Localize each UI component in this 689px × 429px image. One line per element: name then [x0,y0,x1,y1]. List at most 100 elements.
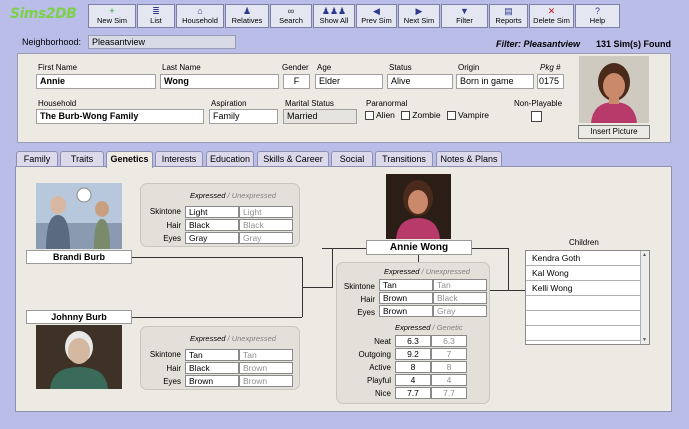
new-sim-button[interactable]: + New Sim [88,4,136,28]
connector [418,255,419,262]
self-hair-expressed: Brown [379,292,433,304]
self-name: Annie Wong [366,240,472,255]
prev-sim-button[interactable]: ◀ Prev Sim [356,4,397,28]
next-sim-button[interactable]: ▶ Next Sim [398,4,440,28]
personality-genetic: 6.3 [431,335,467,347]
parent1-name: Brandi Burb [26,250,132,264]
children-scrollbar[interactable]: ▲ ▼ [640,251,649,344]
tab-social[interactable]: Social [331,151,373,167]
toolbar-button-label: Delete Sim [533,16,570,25]
household-field[interactable]: The Burb-Wong Family [36,109,204,124]
parent2-skintone-expressed: Tan [185,349,239,361]
child-list-item[interactable]: Kendra Goth [526,251,640,266]
age-field[interactable]: Elder [315,74,383,89]
sim-panel: First Name Annie Last Name Wong Gender F… [17,53,671,143]
personality-expressed: 6.3 [395,335,431,347]
child-list-item[interactable] [526,326,640,341]
filter-status: Filter: Pleasantview [496,39,581,49]
personality-label: Outgoing [358,350,391,359]
filter-button[interactable]: ▼ Filter [441,4,488,28]
tab-interests[interactable]: Interests [155,151,203,167]
status-label: Status [389,63,412,72]
personality-label: Neat [374,337,391,346]
vampire-checkbox[interactable]: Vampire [447,110,489,121]
connector [132,257,302,258]
connector [488,290,525,291]
gender-field[interactable]: F [283,74,310,89]
household-button[interactable]: ⌂ Household [176,4,224,28]
aspiration-label: Aspiration [211,99,247,108]
scroll-up-icon[interactable]: ▲ [642,252,647,258]
alien-checkbox[interactable]: Alien [365,110,395,121]
first-name-field[interactable]: Annie [36,74,156,89]
pkg-field[interactable]: 0175 [537,74,564,89]
toolbar-button-label: Search [279,16,303,25]
parent1-hair-expressed: Black [185,219,239,231]
self-eyes-expressed: Brown [379,305,433,317]
zombie-checkbox[interactable]: Zombie [401,110,441,121]
parent2-hair-expressed: Black [185,362,239,374]
scroll-down-icon[interactable]: ▼ [642,337,647,343]
skintone-label: Skintone [149,207,181,216]
hair-label: Hair [166,364,181,373]
tab-genetics[interactable]: Genetics [106,151,153,168]
parent1-skintone-unexpressed: Light [239,206,293,218]
children-label: Children [569,238,599,247]
parent1-genetics-header: Expressed / Unexpressed [190,191,276,200]
help-button[interactable]: ? Help [575,4,620,28]
search-button[interactable]: ∞ Search [270,4,312,28]
tab-education[interactable]: Education [206,151,254,167]
child-list-item[interactable] [526,311,640,326]
aspiration-field[interactable]: Family [209,109,278,124]
marital-status-field: Married [283,109,357,124]
parent2-portrait [36,325,122,389]
origin-field[interactable]: Born in game [456,74,534,89]
child-list-item[interactable]: Kal Wong [526,266,640,281]
household-label: Household [38,99,77,108]
parent1-eyes-expressed: Gray [185,232,239,244]
non-playable-checkbox[interactable] [531,111,542,122]
toolbar-button-label: New Sim [96,16,127,25]
last-name-field[interactable]: Wong [160,74,279,89]
parent2-eyes-unexpressed: Brown [239,375,293,387]
child-list-item[interactable] [526,296,640,311]
neighborhood-field[interactable]: Pleasantview [88,35,236,49]
personality-genetic: 7 [431,348,467,360]
self-skintone-expressed: Tan [379,279,433,291]
delete-sim-button[interactable]: ✕ Delete Sim [529,4,574,28]
show-all-button[interactable]: ♟♟♟ Show All [313,4,355,28]
personality-label: Playful [366,376,391,385]
personality-genetic: 4 [431,374,467,386]
tab-transitions[interactable]: Transitions [375,151,433,167]
connector [332,248,333,288]
insert-picture-button[interactable]: Insert Picture [578,125,650,139]
children-list[interactable]: Kendra Goth Kal Wong Kelli Wong ▲ ▼ [525,250,650,345]
tab-traits[interactable]: Traits [60,151,104,167]
toolbar-button-label: Relatives [231,16,263,25]
app-logo: Sims2DB [10,6,77,22]
parent2-genetics-box: Expressed / Unexpressed Skintone Hair Ey… [140,326,300,390]
relatives-button[interactable]: ♟ Relatives [225,4,269,28]
toolbar-button-label: Prev Sim [361,16,392,25]
hair-label: Hair [360,295,375,304]
sim-portrait [579,56,649,123]
status-field[interactable]: Alive [387,74,453,89]
parent2-skintone-unexpressed: Tan [239,349,293,361]
skintone-label: Skintone [149,350,181,359]
connector [472,248,508,249]
personality-genetic: 8 [431,361,467,373]
tab-family[interactable]: Family [16,151,58,167]
toolbar-button-label: Next Sim [403,16,435,25]
personality-expressed: 4 [395,374,431,386]
child-list-item[interactable]: Kelli Wong [526,281,640,296]
tab-skills-career[interactable]: Skills & Career [257,151,329,167]
eyes-label: Eyes [163,234,181,243]
reports-button[interactable]: ▤ Reports [489,4,528,28]
connector [508,248,509,290]
toolbar-button-label: List [150,16,162,25]
tab-notes-plans[interactable]: Notes & Plans [436,151,502,167]
self-skintone-unexpressed: Tan [433,279,487,291]
eyes-label: Eyes [163,377,181,386]
toolbar-button-label: Reports [495,16,522,25]
list-button[interactable]: ≣ List [137,4,175,28]
